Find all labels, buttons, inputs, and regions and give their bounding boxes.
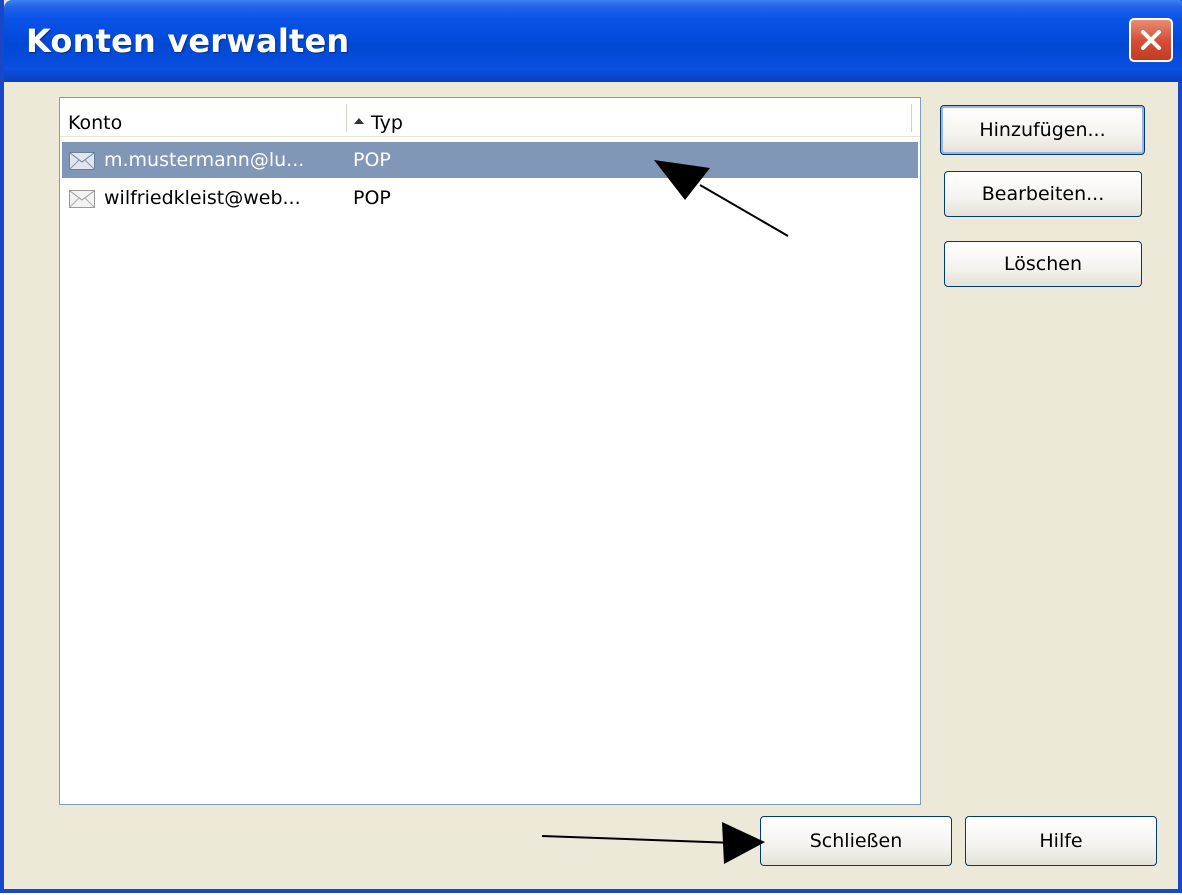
dialog-window: Konten verwalten Konto Typ m.mustermann@… (0, 0, 1182, 893)
edit-account-button[interactable]: Bearbeiten... (944, 171, 1142, 217)
list-header: Konto Typ (60, 98, 920, 137)
accounts-list[interactable]: Konto Typ m.mustermann@lu... POP wilfrie… (59, 97, 921, 805)
account-name: m.mustermann@lu... (104, 149, 305, 171)
window-title: Konten verwalten (26, 22, 350, 60)
column-header-konto[interactable]: Konto (68, 112, 122, 134)
close-button[interactable]: Schließen (760, 816, 952, 866)
list-item[interactable]: wilfriedkleist@web... POP (62, 180, 918, 216)
close-window-button[interactable] (1129, 18, 1173, 62)
close-icon (1141, 30, 1161, 50)
envelope-icon (69, 190, 95, 208)
account-type: POP (353, 149, 391, 171)
account-name: wilfriedkleist@web... (104, 187, 301, 209)
help-button[interactable]: Hilfe (965, 816, 1157, 866)
help-button-label: Hilfe (1039, 830, 1083, 852)
sort-ascending-icon (354, 118, 364, 124)
envelope-icon (69, 152, 95, 170)
delete-account-label: Löschen (1004, 253, 1082, 275)
list-item[interactable]: m.mustermann@lu... POP (62, 142, 918, 178)
title-bar[interactable]: Konten verwalten (4, 0, 1182, 82)
add-account-button[interactable]: Hinzufügen... (940, 105, 1145, 155)
edit-account-label: Bearbeiten... (981, 183, 1105, 205)
close-button-label: Schließen (809, 830, 903, 852)
delete-account-button[interactable]: Löschen (944, 241, 1142, 287)
column-separator[interactable] (346, 104, 347, 132)
column-header-typ[interactable]: Typ (371, 112, 403, 134)
column-separator[interactable] (911, 104, 912, 132)
add-account-label: Hinzufügen... (979, 119, 1106, 141)
account-type: POP (353, 187, 391, 209)
